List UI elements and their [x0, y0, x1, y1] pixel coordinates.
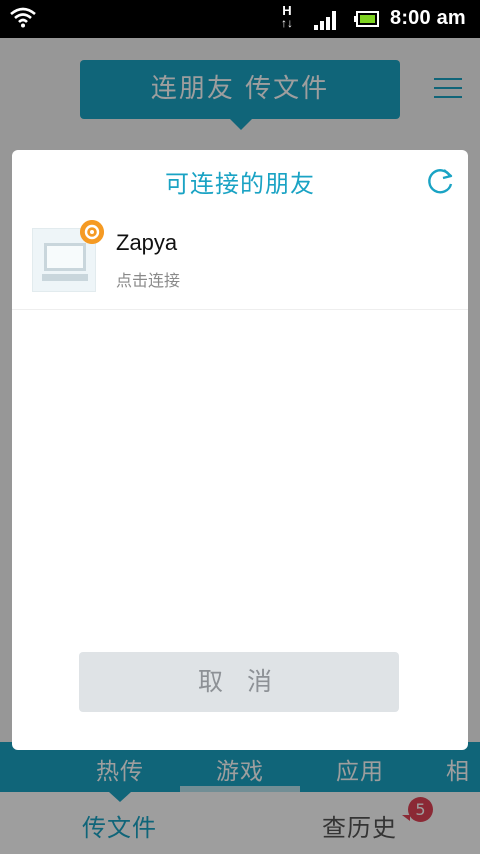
cancel-button[interactable]: 取 消: [79, 652, 399, 712]
refresh-icon[interactable]: [424, 166, 456, 198]
dialog-title: 可连接的朋友: [165, 170, 315, 198]
friends-dialog: 可连接的朋友 Zapya 点击连接 取 消: [12, 150, 468, 750]
status-bar: H ↑↓ 8:00 am: [0, 0, 480, 38]
clock: 8:00 am: [390, 7, 466, 29]
wifi-icon: [10, 7, 36, 28]
friend-list-item[interactable]: Zapya 点击连接: [12, 212, 468, 310]
battery-icon: [354, 11, 379, 27]
friend-name: Zapya: [116, 230, 178, 255]
signal-icon: [314, 11, 336, 30]
friend-status: 点击连接: [116, 271, 181, 290]
zapya-badge-icon: [80, 220, 104, 244]
data-h-icon: H ↑↓: [281, 3, 293, 30]
